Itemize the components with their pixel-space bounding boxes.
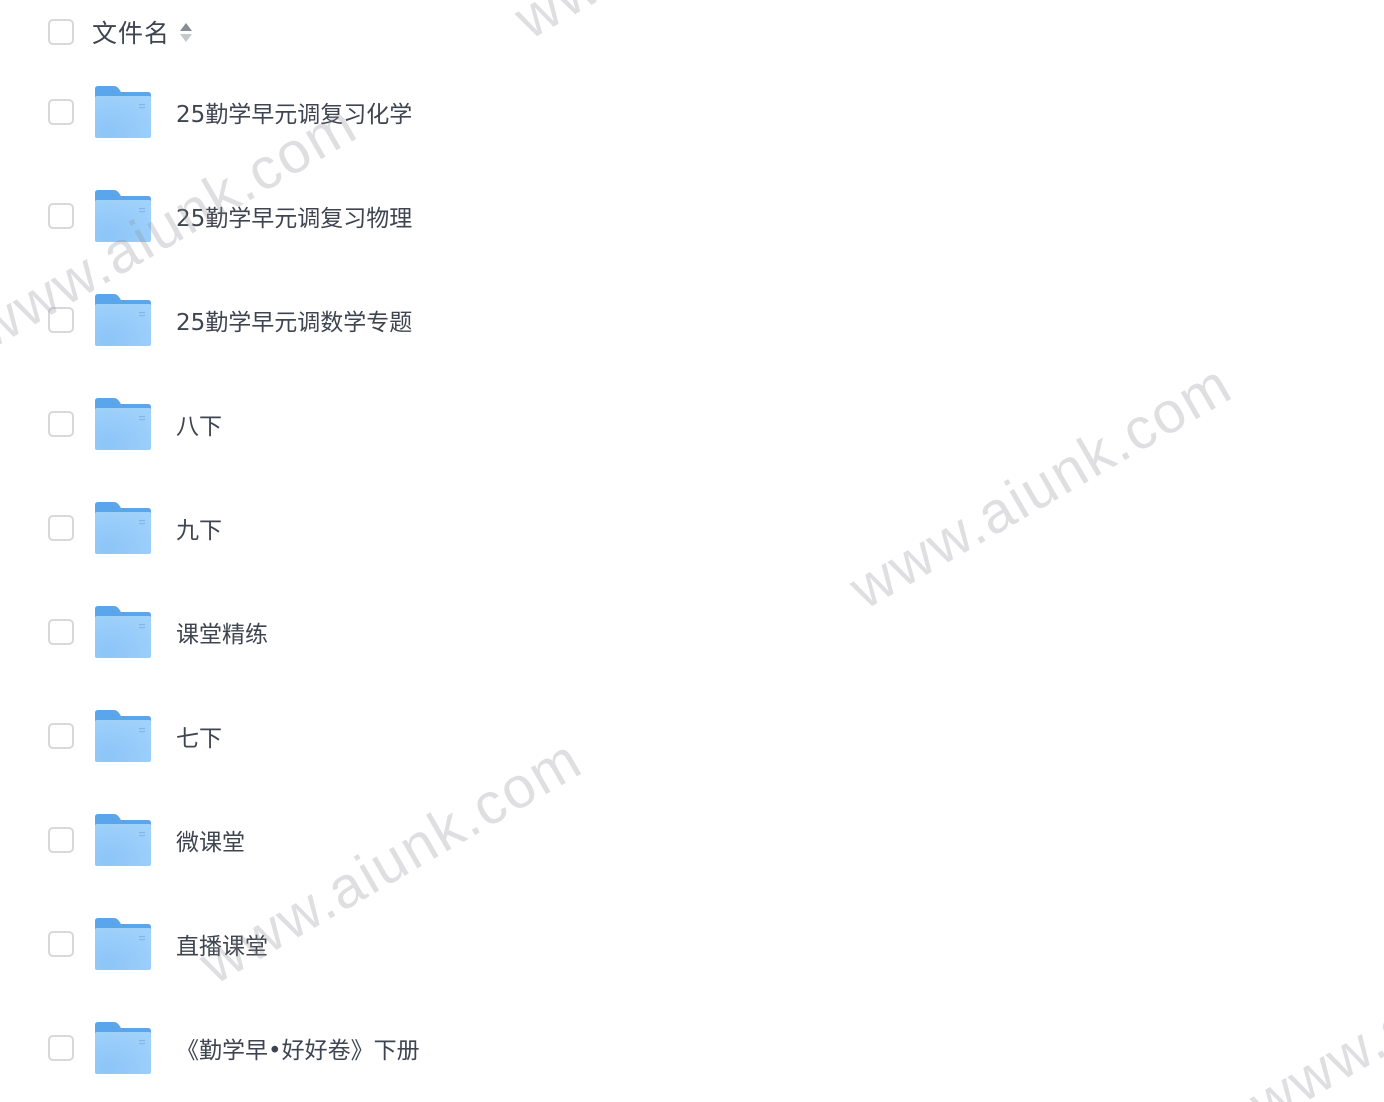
folder-icon — [95, 606, 151, 658]
filename-column-header[interactable]: 文件名 — [92, 14, 170, 50]
row-checkbox[interactable] — [48, 931, 74, 957]
row-checkbox[interactable] — [48, 1035, 74, 1061]
file-name[interactable]: 25勤学早元调数学专题 — [176, 303, 412, 337]
row-checkbox[interactable] — [48, 827, 74, 853]
file-list: 25勤学早元调复习化学 25勤学早元调复习物理 25勤学早元调数学专题 八下 九… — [48, 60, 1248, 1100]
folder-icon — [95, 1022, 151, 1074]
folder-icon — [95, 710, 151, 762]
watermark: www.aiunk.com — [1238, 865, 1384, 1102]
file-name[interactable]: 课堂精练 — [176, 615, 268, 649]
list-item[interactable]: 直播课堂 — [48, 892, 1248, 996]
row-checkbox[interactable] — [48, 723, 74, 749]
row-checkbox[interactable] — [48, 411, 74, 437]
list-item[interactable]: 25勤学早元调复习物理 — [48, 164, 1248, 268]
list-item[interactable]: 课堂精练 — [48, 580, 1248, 684]
row-checkbox[interactable] — [48, 619, 74, 645]
row-checkbox[interactable] — [48, 203, 74, 229]
folder-icon — [95, 86, 151, 138]
folder-icon — [95, 294, 151, 346]
row-checkbox[interactable] — [48, 307, 74, 333]
file-name[interactable]: 25勤学早元调复习化学 — [176, 95, 412, 129]
select-all-checkbox[interactable] — [48, 19, 74, 45]
file-name[interactable]: 九下 — [176, 511, 222, 545]
file-name[interactable]: 《勤学早•好好卷》下册 — [176, 1031, 420, 1065]
row-checkbox[interactable] — [48, 515, 74, 541]
list-item[interactable]: 微课堂 — [48, 788, 1248, 892]
file-name[interactable]: 直播课堂 — [176, 927, 268, 961]
folder-icon — [95, 398, 151, 450]
file-name[interactable]: 微课堂 — [176, 823, 245, 857]
file-list-page: 文件名 25勤学早元调复习化学 25勤学早元调复习物理 25勤学早元调数学专题 … — [0, 0, 1384, 1102]
file-name[interactable]: 25勤学早元调复习物理 — [176, 199, 412, 233]
list-item[interactable]: 九下 — [48, 476, 1248, 580]
folder-icon — [95, 814, 151, 866]
list-item[interactable]: 七下 — [48, 684, 1248, 788]
file-name[interactable]: 八下 — [176, 407, 222, 441]
sort-toggle-icon[interactable] — [180, 19, 193, 45]
row-checkbox[interactable] — [48, 99, 74, 125]
list-item[interactable]: 25勤学早元调复习化学 — [48, 60, 1248, 164]
watermark: www.aiunk.com — [503, 0, 908, 53]
folder-icon — [95, 190, 151, 242]
file-name[interactable]: 七下 — [176, 719, 222, 753]
folder-icon — [95, 502, 151, 554]
folder-icon — [95, 918, 151, 970]
list-item[interactable]: 八下 — [48, 372, 1248, 476]
list-item[interactable]: 《勤学早•好好卷》下册 — [48, 996, 1248, 1100]
file-list-header: 文件名 — [48, 0, 193, 64]
list-item[interactable]: 25勤学早元调数学专题 — [48, 268, 1248, 372]
